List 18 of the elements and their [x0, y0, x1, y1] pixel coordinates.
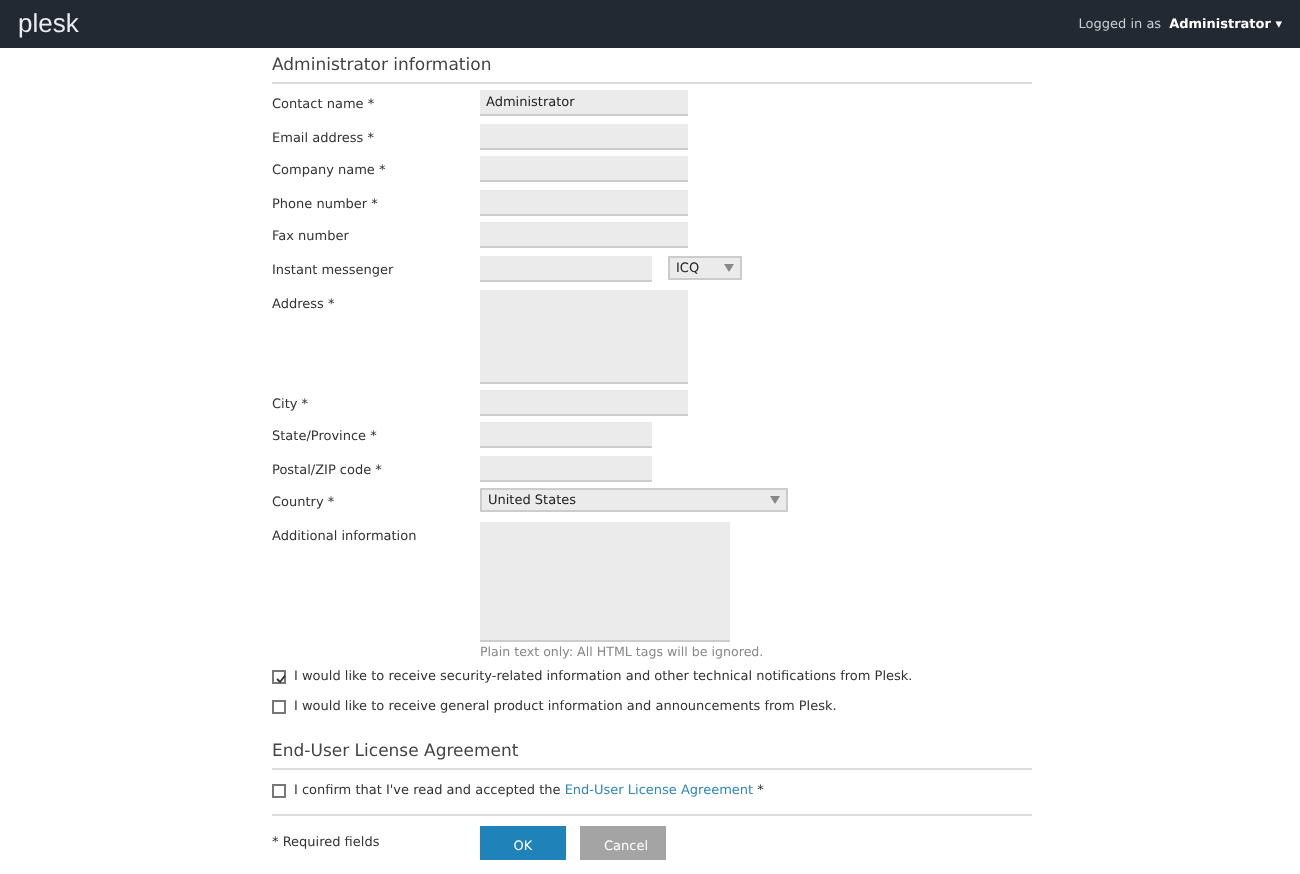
caret-icon: [770, 496, 780, 505]
input-field[interactable]: [480, 222, 688, 249]
checkbox[interactable]: [272, 784, 286, 799]
text-area[interactable]: [480, 521, 730, 642]
checkbox[interactable]: [272, 670, 286, 685]
plesk-logo[interactable]: plesk: [18, 7, 79, 41]
caret-icon: [724, 264, 734, 273]
section-heading: End-User License Agreement: [272, 734, 1032, 771]
input-field[interactable]: [480, 256, 652, 283]
text-area[interactable]: [480, 289, 688, 384]
section-heading: Administrator information: [272, 48, 1032, 85]
input-field[interactable]: [480, 422, 652, 449]
input-field[interactable]: [480, 123, 688, 150]
input-field[interactable]: [480, 389, 688, 416]
input-field[interactable]: [480, 156, 688, 183]
input-field[interactable]: [480, 455, 652, 482]
checkbox[interactable]: [272, 700, 286, 715]
input-field[interactable]: [480, 189, 688, 216]
